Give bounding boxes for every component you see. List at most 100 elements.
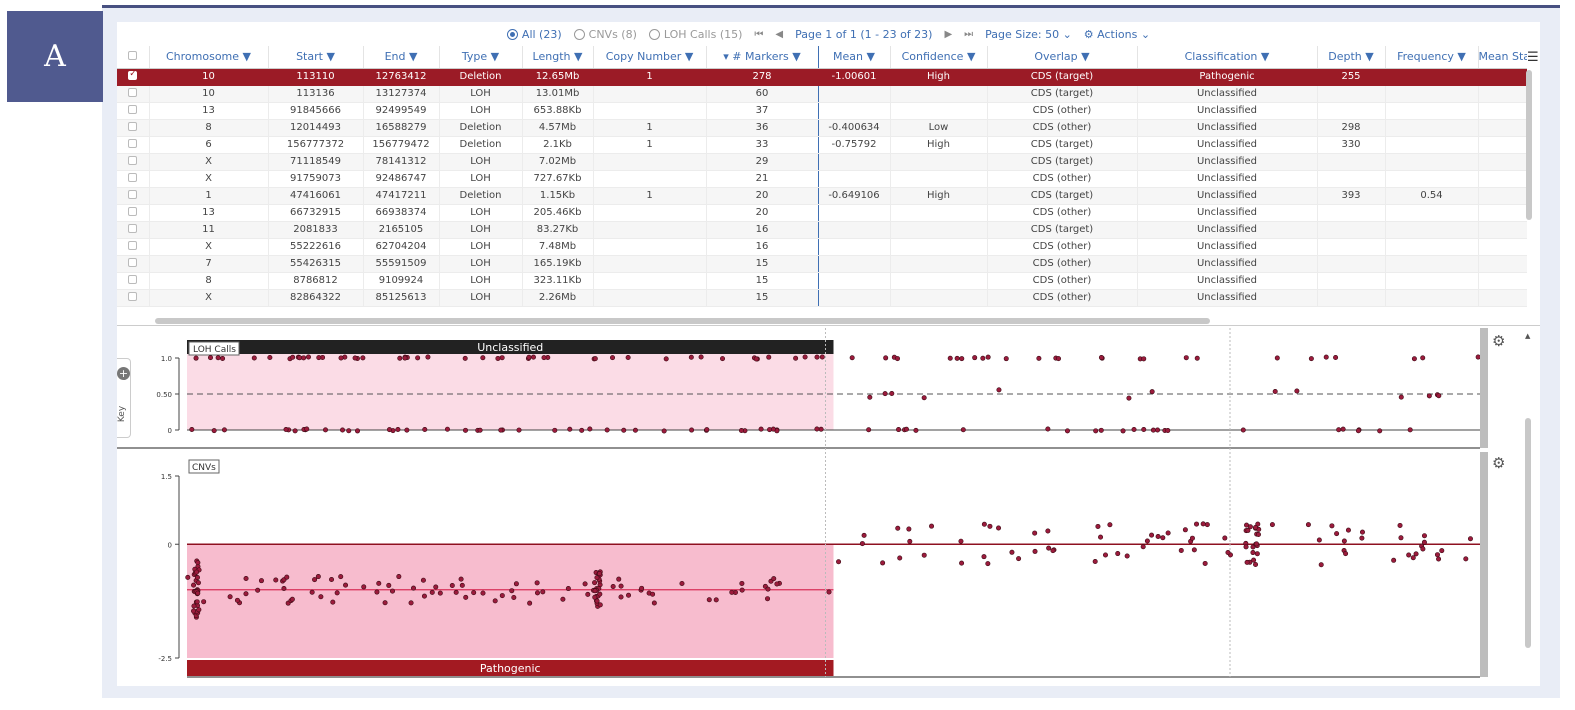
column-header[interactable]: Mean ▼ — [818, 46, 891, 69]
vertical-scrollbar[interactable] — [1526, 70, 1532, 220]
table-row[interactable]: X 71118549 78141312 LOH 7.02Mb 29 CDS (target)… — [117, 153, 1527, 171]
column-header[interactable]: Start ▼ — [268, 46, 364, 69]
cnv-point — [921, 552, 927, 558]
loh-point — [621, 427, 627, 433]
next-page-icon[interactable]: ▶ — [944, 29, 952, 40]
table-row[interactable]: 1011311012763412Deletion12.65Mb1278-1.00… — [117, 68, 1527, 86]
row-checkbox[interactable] — [117, 102, 150, 120]
loh-point — [397, 355, 403, 361]
row-checkbox[interactable] — [117, 255, 150, 273]
row-checkbox[interactable] — [117, 136, 150, 154]
table-row[interactable]: 13 91845666 92499549 LOH 653.88Kb 37 CDS (othe… — [117, 102, 1527, 120]
table-row[interactable]: X 55222616 62704204 LOH 7.48Mb 16 CDS (other) U… — [117, 238, 1527, 256]
table-row[interactable]: 8 8786812 9109924 LOH 323.11Kb 15 CDS (other) U… — [117, 272, 1527, 290]
table-row[interactable]: 13 66732915 66938374 LOH 205.46Kb 20 CDS (othe… — [117, 204, 1527, 222]
table-row[interactable]: 1 47416061 47417211 Deletion 1.15Kb 1 20 -0.649… — [117, 187, 1527, 205]
loh-point — [352, 355, 358, 361]
prev-page-icon[interactable]: ◀ — [775, 29, 783, 40]
row-checkbox[interactable] — [117, 272, 150, 290]
select-all-checkbox[interactable] — [117, 46, 150, 69]
cnv-point — [534, 580, 540, 586]
row-checkbox[interactable] — [117, 204, 150, 222]
cnv-point — [343, 582, 349, 588]
filter-loh[interactable]: LOH Calls (15) — [648, 28, 742, 41]
genome-plots: Unclassified 1.0 0.50 0 LOH Calls Pathogenic 1… — [117, 328, 1531, 678]
radio-icon — [648, 28, 660, 40]
column-header[interactable]: Chromosome ▼ — [149, 46, 269, 69]
column-header[interactable]: Type ▼ — [439, 46, 523, 69]
table-cell — [1317, 238, 1386, 256]
cnv-point — [433, 584, 439, 590]
table-row[interactable]: X 82864322 85125613 LOH 2.26Mb 15 CDS (other) U… — [117, 289, 1527, 307]
column-header[interactable]: End ▼ — [363, 46, 440, 69]
row-checkbox[interactable] — [117, 68, 150, 86]
first-page-icon[interactable]: ⏮ — [754, 29, 763, 40]
cnv-point — [1140, 544, 1146, 550]
table-cell: 298 — [1317, 119, 1386, 137]
pane-splitter[interactable] — [117, 325, 1540, 326]
column-header[interactable]: Depth ▼ — [1317, 46, 1386, 69]
loh-point — [422, 426, 428, 432]
table-cell: Unclassified — [1137, 85, 1318, 103]
table-row[interactable]: 8 12014493 16588279 Deletion 4.57Mb 1 36 -0.400… — [117, 119, 1527, 137]
last-page-icon[interactable]: ⏭ — [964, 29, 973, 40]
cnv-point — [201, 599, 207, 605]
horizontal-scrollbar[interactable] — [155, 318, 1210, 324]
row-checkbox[interactable] — [117, 85, 150, 103]
cnv-point — [1247, 524, 1253, 530]
filter-icon: ▼ — [866, 50, 875, 64]
table-row[interactable]: 11 2081833 2165105 LOH 83.27Kb 16 CDS (target)… — [117, 221, 1527, 239]
cnv-point — [194, 569, 200, 575]
table-cell: Unclassified — [1137, 102, 1318, 120]
loh-y-tick-label: 1.0 — [161, 355, 172, 363]
column-header[interactable]: Confidence ▼ — [890, 46, 988, 69]
row-checkbox[interactable] — [117, 119, 150, 137]
row-checkbox[interactable] — [117, 153, 150, 171]
loh-point — [632, 427, 638, 433]
row-checkbox[interactable] — [117, 221, 150, 239]
filter-all[interactable]: All (23) — [506, 28, 562, 41]
cnv-point — [1045, 528, 1051, 534]
column-header[interactable]: Mean Standard Err ▼ — [1478, 46, 1527, 69]
column-header[interactable]: Overlap ▼ — [987, 46, 1138, 69]
gear-icon: ⚙ — [1083, 27, 1094, 41]
table-cell: 653.88Kb — [522, 102, 594, 120]
row-checkbox[interactable] — [117, 289, 150, 307]
actions-menu[interactable]: ⚙ Actions ⌄ — [1084, 28, 1150, 41]
table-row[interactable]: X 91759073 92486747 LOH 727.67Kb 21 CDS (other… — [117, 170, 1527, 188]
table-cell: 255 — [1317, 68, 1386, 86]
cnv-point — [594, 575, 600, 581]
loh-point — [704, 427, 710, 433]
table-cell: 10 — [149, 68, 269, 86]
table-cell — [1385, 255, 1479, 273]
table-row[interactable]: 6 156777372 156779472 Deletion 2.1Kb 1 33 -0.75… — [117, 136, 1527, 154]
table-cell: Low — [890, 119, 988, 137]
cnv-point — [1463, 556, 1469, 562]
loh-point — [698, 354, 704, 360]
page-size-dropdown[interactable]: Page Size: 50 ⌄ — [985, 28, 1072, 41]
loh-point — [849, 355, 855, 361]
table-cell: 8786812 — [268, 272, 364, 290]
table-cell: 11 — [149, 221, 269, 239]
table-cell: 393 — [1317, 187, 1386, 205]
cnv-point — [1341, 538, 1347, 544]
filter-icon: ▼ — [1260, 50, 1270, 64]
column-menu-icon[interactable]: ☰ — [1527, 50, 1539, 65]
row-checkbox[interactable] — [117, 187, 150, 205]
filter-cnvs[interactable]: CNVs (8) — [573, 28, 637, 41]
table-cell — [1385, 272, 1479, 290]
table-cell: 113136 — [268, 85, 364, 103]
row-checkbox[interactable] — [117, 170, 150, 188]
cnv-point — [1434, 552, 1440, 558]
column-header[interactable]: ▾ # Markers ▼ — [705, 46, 819, 69]
loh-point — [896, 427, 902, 433]
column-header[interactable]: Classification ▼ — [1137, 46, 1318, 69]
table-row[interactable]: 10 113136 13127374 LOH 13.01Mb 60 CDS (target)… — [117, 85, 1527, 103]
key-tab[interactable]: + Key — [117, 358, 131, 438]
table-row[interactable]: 7 55426315 55591509 LOH 165.19Kb 15 CDS (other… — [117, 255, 1527, 273]
column-header[interactable]: Frequency ▼ — [1385, 46, 1479, 69]
column-header[interactable]: Copy Number ▼ — [593, 46, 707, 69]
column-header[interactable]: Length ▼ — [522, 46, 594, 69]
row-checkbox[interactable] — [117, 238, 150, 256]
cnv-point — [273, 577, 279, 583]
